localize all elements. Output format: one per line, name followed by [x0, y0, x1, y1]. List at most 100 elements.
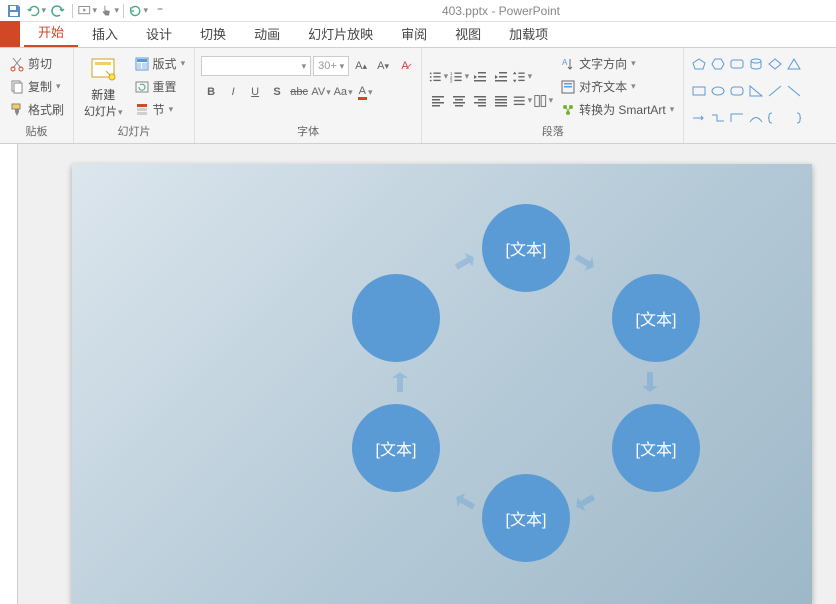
- align-center-button[interactable]: [449, 92, 469, 110]
- format-painter-button[interactable]: 格式刷: [6, 99, 67, 120]
- shape-rtriangle-icon[interactable]: [747, 83, 765, 98]
- tab-insert[interactable]: 插入: [78, 20, 132, 47]
- tab-slideshow[interactable]: 幻灯片放映: [294, 20, 387, 47]
- separator: [72, 4, 73, 18]
- shape-cylinder-icon[interactable]: [747, 56, 765, 71]
- slide[interactable]: [文本] [文本] [文本] [文本] [文本]: [72, 164, 812, 604]
- undo-icon[interactable]: ▾: [26, 2, 46, 20]
- smartart-cycle[interactable]: [文本] [文本] [文本] [文本] [文本]: [332, 204, 712, 594]
- shape-connector-icon[interactable]: [709, 111, 727, 126]
- distribute-button[interactable]: ▾: [512, 92, 532, 110]
- tab-start[interactable]: 开始: [24, 18, 78, 47]
- shape-rect-icon[interactable]: [690, 83, 708, 98]
- separator: [123, 4, 124, 18]
- shape-hexagon-icon[interactable]: [709, 56, 727, 71]
- bullets-button[interactable]: ▾: [428, 68, 448, 86]
- shape-brace-icon[interactable]: [766, 111, 784, 126]
- shape-pentagon-icon[interactable]: [690, 56, 708, 71]
- text-direction-button[interactable]: A文字方向▾: [557, 53, 677, 74]
- tab-animation[interactable]: 动画: [240, 20, 294, 47]
- shape-curve-icon[interactable]: [747, 111, 765, 126]
- tab-review[interactable]: 审阅: [387, 20, 441, 47]
- shapes-gallery[interactable]: [690, 56, 803, 137]
- reset-button[interactable]: 重置: [131, 76, 189, 97]
- tab-view[interactable]: 视图: [441, 20, 495, 47]
- shape-elbow-icon[interactable]: [728, 111, 746, 126]
- text-direction-label: 文字方向: [579, 55, 627, 72]
- shape-rounded-icon[interactable]: [728, 56, 746, 71]
- align-left-button[interactable]: [428, 92, 448, 110]
- convert-smartart-button[interactable]: 转换为 SmartArt▾: [557, 99, 677, 120]
- justify-button[interactable]: [491, 92, 511, 110]
- shape-diamond-icon[interactable]: [766, 56, 784, 71]
- changecase-button[interactable]: Aa▾: [333, 82, 353, 102]
- tab-transition[interactable]: 切换: [186, 20, 240, 47]
- shrink-font-button[interactable]: A▾: [373, 56, 393, 76]
- align-text-label: 对齐文本: [579, 78, 627, 95]
- grow-font-button[interactable]: A▴: [351, 56, 371, 76]
- ribbon-tabs: 开始 插入 设计 切换 动画 幻灯片放映 审阅 视图 加载项: [0, 22, 836, 48]
- group-shapes: [684, 48, 809, 143]
- group-slides: 新建 幻灯片▾ 版式▾ 重置 节▾ 幻灯片: [74, 48, 195, 143]
- svg-text:3: 3: [450, 78, 453, 83]
- shape-triangle-icon[interactable]: [785, 56, 803, 71]
- new-slide-button[interactable]: 新建 幻灯片▾: [80, 52, 127, 121]
- font-color-button[interactable]: A▾: [355, 82, 375, 102]
- file-tab[interactable]: [0, 21, 20, 47]
- clear-format-button[interactable]: A̷: [395, 56, 415, 76]
- shape-arrow-icon[interactable]: [690, 111, 708, 126]
- align-text-button[interactable]: 对齐文本▾: [557, 76, 677, 97]
- smartart-node-5[interactable]: [352, 274, 440, 362]
- underline-button[interactable]: U: [245, 82, 265, 102]
- smartart-node-1[interactable]: [文本]: [612, 274, 700, 362]
- font-family-input[interactable]: ▾: [201, 56, 311, 76]
- decrease-indent-button[interactable]: [470, 68, 490, 86]
- touch-mode-icon[interactable]: ▾: [99, 2, 119, 20]
- bold-button[interactable]: B: [201, 82, 221, 102]
- smartart-node-3[interactable]: [文本]: [482, 474, 570, 562]
- shape-line-icon[interactable]: [766, 83, 784, 98]
- line-spacing-button[interactable]: ▾: [512, 68, 532, 86]
- align-right-button[interactable]: [470, 92, 490, 110]
- shape-oval-icon[interactable]: [709, 83, 727, 98]
- qat-more-icon[interactable]: ⁼: [150, 2, 170, 20]
- shape-brace2-icon[interactable]: [785, 111, 803, 126]
- columns-button[interactable]: ▾: [533, 92, 553, 110]
- increase-indent-button[interactable]: [491, 68, 511, 86]
- slideshow-icon[interactable]: ▾: [77, 2, 97, 20]
- cycle-arrow-icon: [447, 244, 483, 280]
- save-icon[interactable]: [4, 2, 24, 20]
- redo-icon[interactable]: [48, 2, 68, 20]
- group-font-label: 字体: [201, 123, 415, 139]
- tab-design[interactable]: 设计: [132, 20, 186, 47]
- cut-button[interactable]: 剪切: [6, 53, 67, 74]
- cycle-arrow-icon: [447, 484, 483, 520]
- spacing-button[interactable]: AV▾: [311, 82, 331, 102]
- smartart-node-4[interactable]: [文本]: [352, 404, 440, 492]
- svg-text:A: A: [562, 58, 568, 67]
- numbering-button[interactable]: 123▾: [449, 68, 469, 86]
- quick-access-toolbar: ▾ ▾ ▾ ▾ ⁼: [4, 2, 170, 20]
- copy-button[interactable]: 复制 ▾: [6, 76, 67, 97]
- italic-button[interactable]: I: [223, 82, 243, 102]
- refresh-icon[interactable]: ▾: [128, 2, 148, 20]
- tab-addins[interactable]: 加载项: [495, 20, 562, 47]
- cycle-arrow-icon: [387, 369, 413, 395]
- layout-label: 版式: [153, 55, 177, 72]
- smartart-label: 转换为 SmartArt: [579, 101, 666, 118]
- layout-button[interactable]: 版式▾: [131, 53, 189, 74]
- shape-roundrect-icon[interactable]: [728, 83, 746, 98]
- group-clipboard-label: 贴板: [6, 123, 67, 139]
- shape-line2-icon[interactable]: [785, 83, 803, 98]
- new-slide-icon: [87, 54, 119, 86]
- cycle-arrow-icon: [567, 484, 603, 520]
- vertical-ruler: [0, 144, 18, 604]
- new-slide-label1: 新建: [91, 86, 115, 103]
- smartart-node-2[interactable]: [文本]: [612, 404, 700, 492]
- section-button[interactable]: 节▾: [131, 99, 189, 120]
- font-size-input[interactable]: 30+▾: [313, 56, 349, 76]
- shadow-button[interactable]: S: [267, 82, 287, 102]
- smartart-node-0[interactable]: [文本]: [482, 204, 570, 292]
- new-slide-label2: 幻灯片: [84, 106, 117, 118]
- strike-button[interactable]: abc: [289, 82, 309, 102]
